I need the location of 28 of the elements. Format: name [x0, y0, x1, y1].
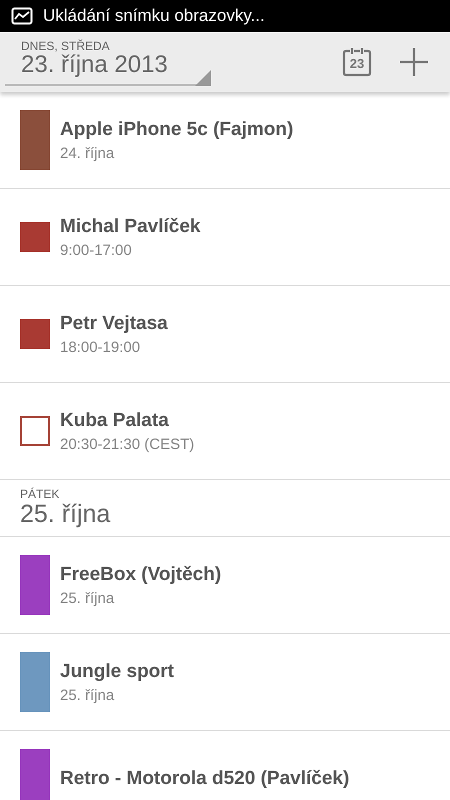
event-row[interactable]: Michal Pavlíček 9:00-17:00: [0, 189, 450, 286]
event-row[interactable]: FreeBox (Vojtěch) 25. října: [0, 537, 450, 634]
dropdown-corner-icon: [195, 70, 211, 86]
event-time: 18:00-19:00: [60, 338, 142, 356]
event-title: Petr Vejtasa: [60, 312, 168, 334]
event-time: 20:30-21:30 (CEST): [60, 436, 194, 452]
event-row[interactable]: Petr Vejtasa 18:00-19:00: [0, 286, 450, 383]
event-time: 9:00-17:00: [60, 242, 133, 258]
today-button[interactable]: 23: [336, 41, 378, 83]
event-row[interactable]: Retro - Motorola d520 (Pavlíček): [0, 731, 450, 800]
picture-icon: [11, 7, 33, 25]
event-time: 24. října: [60, 144, 116, 162]
event-time: 25. října: [60, 686, 116, 704]
notification-text: Ukládání snímku obrazovky...: [43, 6, 265, 26]
event-title: Michal Pavlíček: [60, 216, 200, 238]
event-title: Kuba Palata: [60, 410, 170, 432]
event-row[interactable]: Kuba Palata 20:30-21:30 (CEST): [0, 383, 450, 480]
event-row[interactable]: Apple iPhone 5c (Fajmon) 24. října: [0, 92, 450, 189]
event-title: FreeBox (Vojtěch): [60, 564, 222, 586]
event-title: Retro - Motorola d520 (Pavlíček): [60, 768, 350, 790]
event-title: Apple iPhone 5c (Fajmon): [60, 118, 294, 140]
event-row[interactable]: Jungle sport 25. října: [0, 634, 450, 731]
event-time: 25. října: [60, 590, 116, 606]
event-title: Jungle sport: [60, 660, 174, 682]
plus-icon: [398, 46, 430, 78]
date-dropdown[interactable]: DNES, STŘEDA 23. října 2013: [5, 32, 209, 86]
day-heading: 25. října: [20, 500, 112, 528]
weekday-label: PÁTEK: [20, 488, 60, 500]
